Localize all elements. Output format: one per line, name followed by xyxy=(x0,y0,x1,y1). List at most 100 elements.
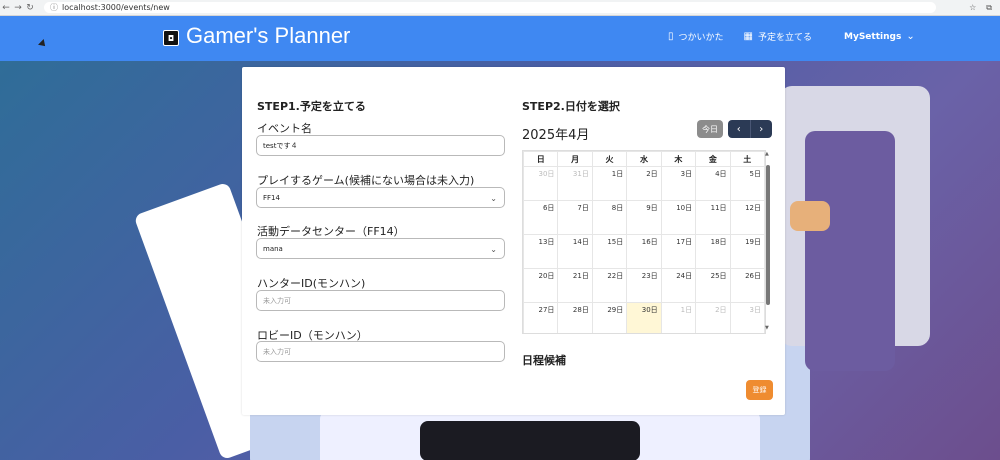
step1-title: STEP1.予定を立てる xyxy=(257,100,366,113)
event-form-card: STEP1.予定を立てる イベント名 testです４ プレイするゲーム(候補にな… xyxy=(242,67,785,415)
weekday-header: 金 xyxy=(695,151,731,167)
prev-month-button[interactable]: ‹ xyxy=(728,120,750,138)
calendar-day-cell[interactable]: 23日 xyxy=(626,268,662,303)
calendar-day-cell[interactable]: 19日 xyxy=(729,234,765,269)
scroll-up-icon[interactable]: ▲ xyxy=(765,151,769,157)
month-nav: ‹ › xyxy=(728,120,772,138)
datacenter-label: 活動データセンター（FF14） xyxy=(257,225,405,238)
calendar-month-title: 2025年4月 xyxy=(522,128,590,143)
game-select[interactable]: FF14 ⌄ xyxy=(256,187,505,208)
calendar-day-cell[interactable]: 7日 xyxy=(557,200,593,235)
calendar-day-cell[interactable]: 9日 xyxy=(626,200,662,235)
next-month-button[interactable]: › xyxy=(749,120,773,138)
menu-howto-label: つかいかた xyxy=(678,33,724,43)
calendar-week-row: 20日 21日 22日 23日 24日 25日 26日 xyxy=(523,268,765,303)
calendar-day-cell[interactable]: 18日 xyxy=(695,234,731,269)
lobby-id-placeholder: 未入力可 xyxy=(263,347,291,356)
calendar-day-cell[interactable]: 29日 xyxy=(591,302,628,333)
calendar-day-cell[interactable]: 14日 xyxy=(557,234,593,269)
menu-settings-label: MySettings xyxy=(844,31,902,42)
calendar-icon: ▦ xyxy=(743,31,753,42)
step2-title: STEP2.日付を選択 xyxy=(522,100,620,113)
event-name-input[interactable]: testです４ xyxy=(256,135,505,156)
info-icon: ⓘ xyxy=(50,3,58,12)
calendar-week-row: 13日 14日 15日 16日 17日 18日 19日 xyxy=(523,234,765,269)
datacenter-select[interactable]: mana ⌄ xyxy=(256,238,505,259)
calendar-day-cell[interactable]: 30日 xyxy=(626,302,662,333)
chevron-left-icon: ‹ xyxy=(736,123,741,135)
hunter-id-label: ハンターID(モンハン) xyxy=(257,277,366,290)
chevron-down-icon: ⌄ xyxy=(490,194,497,203)
calendar-week-row: 30日 31日 1日 2日 3日 4日 5日 xyxy=(523,166,765,201)
calendar-day-cell[interactable]: 3日 xyxy=(660,166,697,201)
calendar-grid: 日月火水木金土 30日 31日 1日 2日 3日 4日 5日 6日 7日 8日 9日 10日 11日 12… xyxy=(522,150,766,334)
weekday-header: 土 xyxy=(729,151,765,167)
calendar-day-cell[interactable]: 1日 xyxy=(591,166,628,201)
book-icon: ▯ xyxy=(668,31,674,42)
calendar-day-cell[interactable]: 20日 xyxy=(523,268,559,303)
calendar-day-cell[interactable]: 15日 xyxy=(591,234,628,269)
forward-icon[interactable]: → xyxy=(12,3,24,13)
calendar-day-cell[interactable]: 6日 xyxy=(523,200,559,235)
calendar-day-cell[interactable]: 5日 xyxy=(729,166,765,201)
calendar-day-cell[interactable]: 2日 xyxy=(626,166,662,201)
weekday-header: 水 xyxy=(626,151,662,167)
today-button[interactable]: 今日 xyxy=(697,120,723,138)
calendar-day-cell[interactable]: 26日 xyxy=(729,268,765,303)
chevron-down-icon: ⌄ xyxy=(906,31,915,42)
url-text: localhost:3000/events/new xyxy=(62,3,170,12)
calendar-day-cell[interactable]: 21日 xyxy=(557,268,593,303)
calendar-day-cell[interactable]: 30日 xyxy=(523,166,559,201)
calendar-day-cell[interactable]: 1日 xyxy=(660,302,697,333)
reload-icon[interactable]: ↻ xyxy=(24,3,36,13)
calendar-day-cell[interactable]: 11日 xyxy=(695,200,731,235)
calendar-day-cell[interactable]: 4日 xyxy=(695,166,731,201)
scroll-thumb[interactable] xyxy=(766,165,770,305)
calendar-day-cell[interactable]: 8日 xyxy=(591,200,628,235)
lobby-id-input[interactable]: 未入力可 xyxy=(256,341,505,362)
menu-plan-label: 予定を立てる xyxy=(757,33,812,43)
calendar-day-cell[interactable]: 27日 xyxy=(523,302,559,333)
calendar-day-cell[interactable]: 10日 xyxy=(660,200,697,235)
chevron-down-icon: ⌄ xyxy=(490,245,497,254)
hunter-id-input[interactable]: 未入力可 xyxy=(256,290,505,311)
extensions-icon[interactable]: ⧉ xyxy=(986,3,992,13)
game-select-value: FF14 xyxy=(263,193,280,202)
menu-plan[interactable]: ▦ 予定を立てる xyxy=(744,30,812,43)
hunter-id-placeholder: 未入力可 xyxy=(263,296,291,305)
calendar-scrollbar[interactable]: ▲ ▼ xyxy=(765,151,771,331)
scroll-down-icon[interactable]: ▼ xyxy=(765,325,769,331)
weekday-header: 日 xyxy=(523,151,559,167)
calendar-day-cell[interactable]: 16日 xyxy=(626,234,662,269)
calendar-day-cell[interactable]: 3日 xyxy=(729,302,765,333)
candidates-title: 日程候補 xyxy=(522,354,566,367)
logo-icon: ◘ xyxy=(163,30,179,46)
calendar-day-cell[interactable]: 17日 xyxy=(660,234,697,269)
app-title[interactable]: Gamer's Planner xyxy=(186,23,350,49)
back-icon[interactable]: ← xyxy=(0,3,12,13)
calendar-day-cell[interactable]: 24日 xyxy=(660,268,697,303)
menu-howto[interactable]: ▯ つかいかた xyxy=(668,30,724,43)
star-icon[interactable]: ☆ xyxy=(969,3,976,13)
app-header: ◘ Gamer's Planner ▯ つかいかた ▦ 予定を立てる MySet… xyxy=(0,16,1000,61)
datacenter-select-value: mana xyxy=(263,244,283,253)
calendar-day-cell[interactable]: 28日 xyxy=(557,302,593,333)
calendar-day-cell[interactable]: 22日 xyxy=(591,268,628,303)
browser-toolbar: ← → ↻ ⓘ localhost:3000/events/new ☆ ⧉ xyxy=(0,0,1000,16)
chevron-right-icon: › xyxy=(759,123,764,135)
weekday-header: 木 xyxy=(660,151,697,167)
submit-button[interactable]: 登録 xyxy=(746,380,773,400)
menu-settings[interactable]: MySettings ⌄ xyxy=(844,31,915,42)
event-name-value: testです４ xyxy=(263,141,298,150)
calendar-day-cell[interactable]: 31日 xyxy=(557,166,593,201)
event-name-label: イベント名 xyxy=(257,122,312,135)
calendar-day-cell[interactable]: 2日 xyxy=(695,302,731,333)
calendar-week-row: 27日 28日 29日 30日 1日 2日 3日 xyxy=(523,302,765,333)
calendar-day-cell[interactable]: 13日 xyxy=(523,234,559,269)
calendar-day-cell[interactable]: 12日 xyxy=(729,200,765,235)
calendar-day-cell[interactable]: 25日 xyxy=(695,268,731,303)
header-menu: ▯ つかいかた ▦ 予定を立てる MySettings ⌄ xyxy=(668,30,915,43)
address-bar[interactable]: ⓘ localhost:3000/events/new xyxy=(44,2,936,13)
game-label: プレイするゲーム(候補にない場合は未入力) xyxy=(257,174,475,187)
calendar-week-row: 6日 7日 8日 9日 10日 11日 12日 xyxy=(523,200,765,235)
